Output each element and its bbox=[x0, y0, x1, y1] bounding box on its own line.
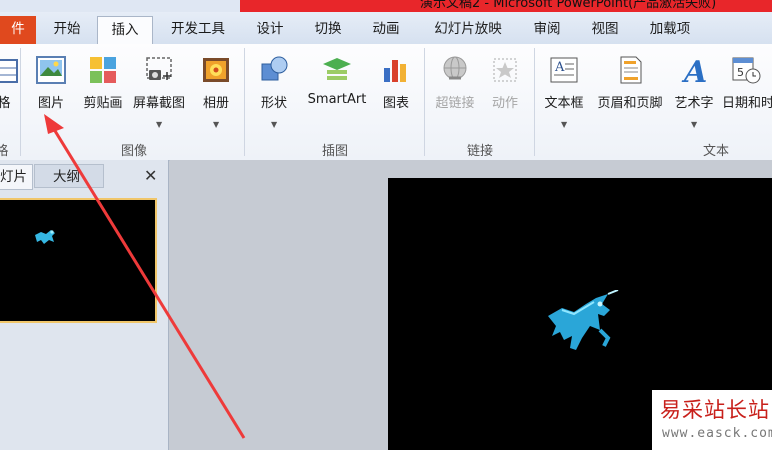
red-arrow-annotation bbox=[44, 114, 246, 439]
